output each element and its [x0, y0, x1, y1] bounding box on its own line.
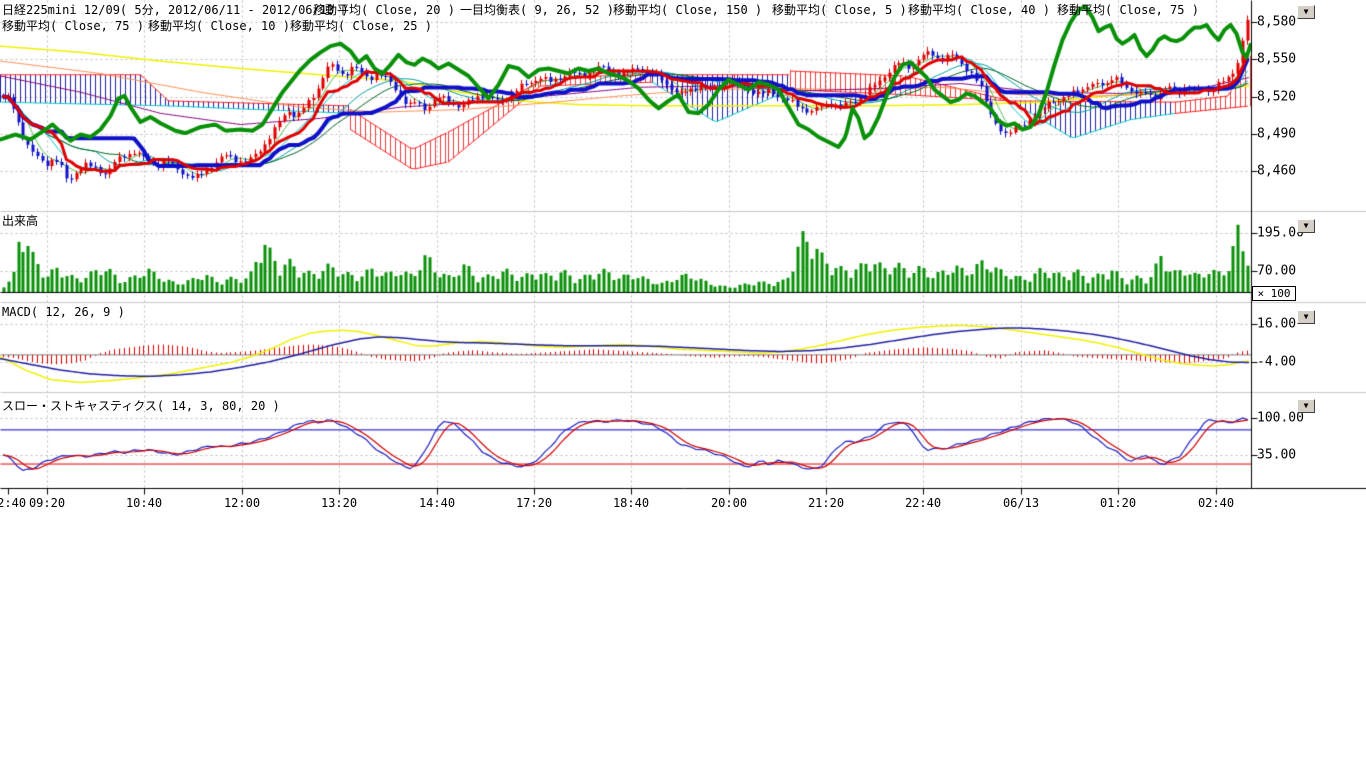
legend-item: 移動平均( Close, 75 )	[2, 17, 144, 34]
price-tick-label: 8,490	[1257, 127, 1296, 142]
stoch-panel-label: スロー・ストキャスティクス( 14, 3, 80, 20 )	[2, 397, 280, 414]
time-label: 02:40	[0, 496, 26, 510]
price-tick-label: 8,460	[1257, 164, 1296, 179]
time-label: 10:40	[126, 496, 162, 510]
time-label: 09:20	[29, 496, 65, 510]
legend-item: 移動平均( Close, 40 )	[908, 1, 1050, 18]
volume-tick-label: 70.00	[1257, 264, 1296, 279]
panel-scale-dropdown-button[interactable]: ▼	[1297, 5, 1315, 19]
time-label: 13:20	[321, 496, 357, 510]
time-label: 21:20	[808, 496, 844, 510]
legend-item: 移動平均( Close, 10 )	[148, 17, 290, 34]
time-label: 14:40	[419, 496, 455, 510]
price-tick-label: 8,580	[1257, 15, 1296, 30]
price-tick-label: 8,520	[1257, 90, 1296, 105]
legend-item: 日経225mini 12/09( 5分, 2012/06/11 - 2012/0…	[2, 1, 349, 18]
legend-item: 一目均衡表( 9, 26, 52 )	[460, 1, 614, 18]
trading-chart-app: { "header": { "row1": [ {"text": "日経225m…	[0, 0, 1366, 768]
chart-canvas	[0, 0, 1366, 768]
time-label: 12:00	[224, 496, 260, 510]
panel-scale-dropdown-button[interactable]: ▼	[1297, 399, 1315, 413]
time-label: 20:00	[711, 496, 747, 510]
time-label: 06/13	[1003, 496, 1039, 510]
macd-panel-label: MACD( 12, 26, 9 )	[2, 305, 125, 319]
time-label: 18:40	[613, 496, 649, 510]
time-label: 01:20	[1100, 496, 1136, 510]
volume-panel-label: 出来高	[2, 212, 38, 229]
time-label: 17:20	[516, 496, 552, 510]
panel-scale-dropdown-button[interactable]: ▼	[1297, 219, 1315, 233]
macd-tick-label: 16.00	[1257, 317, 1296, 332]
macd-tick-label: -4.00	[1257, 355, 1296, 370]
time-label: 02:40	[1198, 496, 1234, 510]
volume-multiplier-box: × 100	[1252, 286, 1296, 301]
price-tick-label: 8,550	[1257, 52, 1296, 67]
panel-scale-dropdown-button[interactable]: ▼	[1297, 310, 1315, 324]
legend-item: 移動平均( Close, 20 )	[313, 1, 455, 18]
legend-item: 移動平均( Close, 25 )	[290, 17, 432, 34]
legend-item: 移動平均( Close, 75 )	[1057, 1, 1199, 18]
time-label: 22:40	[905, 496, 941, 510]
stoch-tick-label: 35.00	[1257, 448, 1296, 463]
legend-item: 移動平均( Close, 5 )	[772, 1, 907, 18]
legend-item: 移動平均( Close, 150 )	[613, 1, 762, 18]
